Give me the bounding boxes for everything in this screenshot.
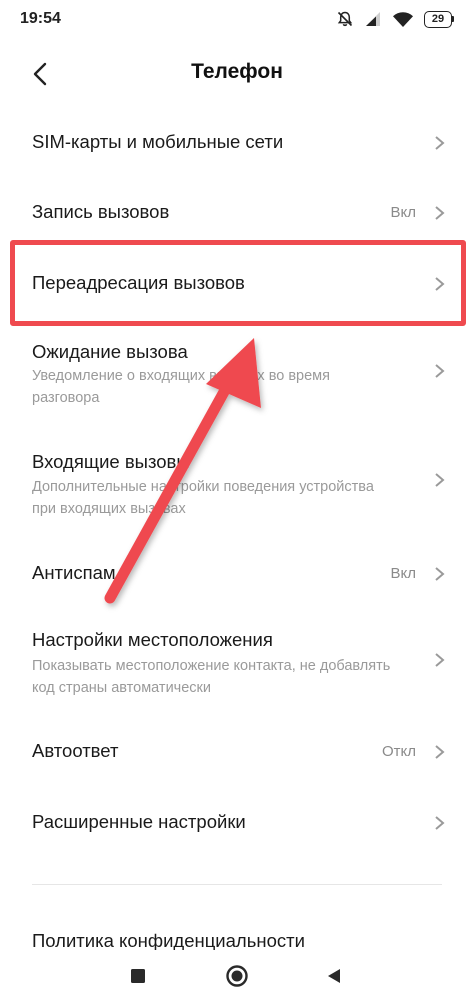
page-title: Телефон — [191, 60, 283, 83]
call-forwarding-item[interactable]: Переадресация вызовов — [0, 246, 474, 322]
wifi-icon — [392, 11, 414, 28]
item-title: Запись вызовов — [32, 201, 170, 222]
chevron-right-icon — [435, 473, 445, 487]
chevron-right-icon — [435, 567, 445, 581]
location-settings-item[interactable]: Настройки местоположения Показывать мест… — [0, 620, 474, 710]
chevron-right-icon — [435, 745, 445, 759]
item-value: Откл — [381, 743, 416, 760]
sim-cards-item[interactable]: SIM-карты и мобильные сети — [0, 110, 474, 176]
divider — [32, 884, 442, 885]
battery-level: 29 — [424, 10, 452, 28]
antispam-item[interactable]: Антиспам Вкл — [0, 540, 474, 606]
item-title: Входящие вызовы — [32, 451, 190, 472]
recents-button[interactable] — [124, 962, 152, 990]
muted-bell-icon — [336, 10, 354, 28]
chevron-right-icon — [435, 653, 445, 667]
status-time: 19:54 — [20, 10, 61, 27]
auto-answer-item[interactable]: Автоответ Откл — [0, 720, 474, 786]
app-bar: Телефон — [0, 46, 474, 102]
back-nav-button[interactable] — [320, 962, 348, 990]
chevron-right-icon — [435, 364, 445, 378]
status-icons: 29 — [336, 8, 454, 30]
chevron-right-icon — [435, 277, 445, 291]
item-title: Автоответ — [32, 740, 119, 761]
back-triangle-icon — [328, 969, 340, 983]
status-bar: 19:54 29 — [0, 0, 474, 40]
chevron-right-icon — [435, 206, 445, 220]
call-waiting-item[interactable]: Ожидание вызова Уведомление о входящих в… — [0, 332, 474, 422]
advanced-settings-item[interactable]: Расширенные настройки — [0, 790, 474, 856]
home-button[interactable] — [223, 962, 251, 990]
item-description: Уведомление о входящих вызовах во время … — [32, 368, 330, 406]
navigation-bar — [0, 950, 474, 1000]
item-title: Настройки местоположения — [32, 629, 273, 650]
privacy-policy-item[interactable]: Политика конфиденциальности — [32, 930, 305, 952]
item-title: SIM-карты и мобильные сети — [32, 131, 284, 152]
item-value: Вкл — [390, 565, 417, 582]
square-icon — [131, 969, 145, 983]
signal-icon — [364, 11, 382, 27]
item-value: Вкл — [390, 204, 417, 221]
home-circle-icon — [226, 965, 248, 987]
chevron-right-icon — [435, 816, 445, 830]
item-description: Дополнительные настройки поведения устро… — [32, 479, 374, 517]
item-title: Переадресация вызовов — [32, 272, 245, 293]
item-title: Расширенные настройки — [32, 811, 246, 832]
battery-icon: 29 — [424, 10, 454, 28]
chevron-right-icon — [435, 136, 445, 150]
item-title: Ожидание вызова — [32, 341, 188, 362]
call-recording-item[interactable]: Запись вызовов Вкл — [0, 178, 474, 244]
item-description: Показывать местоположение контакта, не д… — [32, 658, 391, 696]
incoming-calls-item[interactable]: Входящие вызовы Дополнительные настройки… — [0, 442, 474, 532]
item-title: Антиспам — [32, 562, 116, 583]
